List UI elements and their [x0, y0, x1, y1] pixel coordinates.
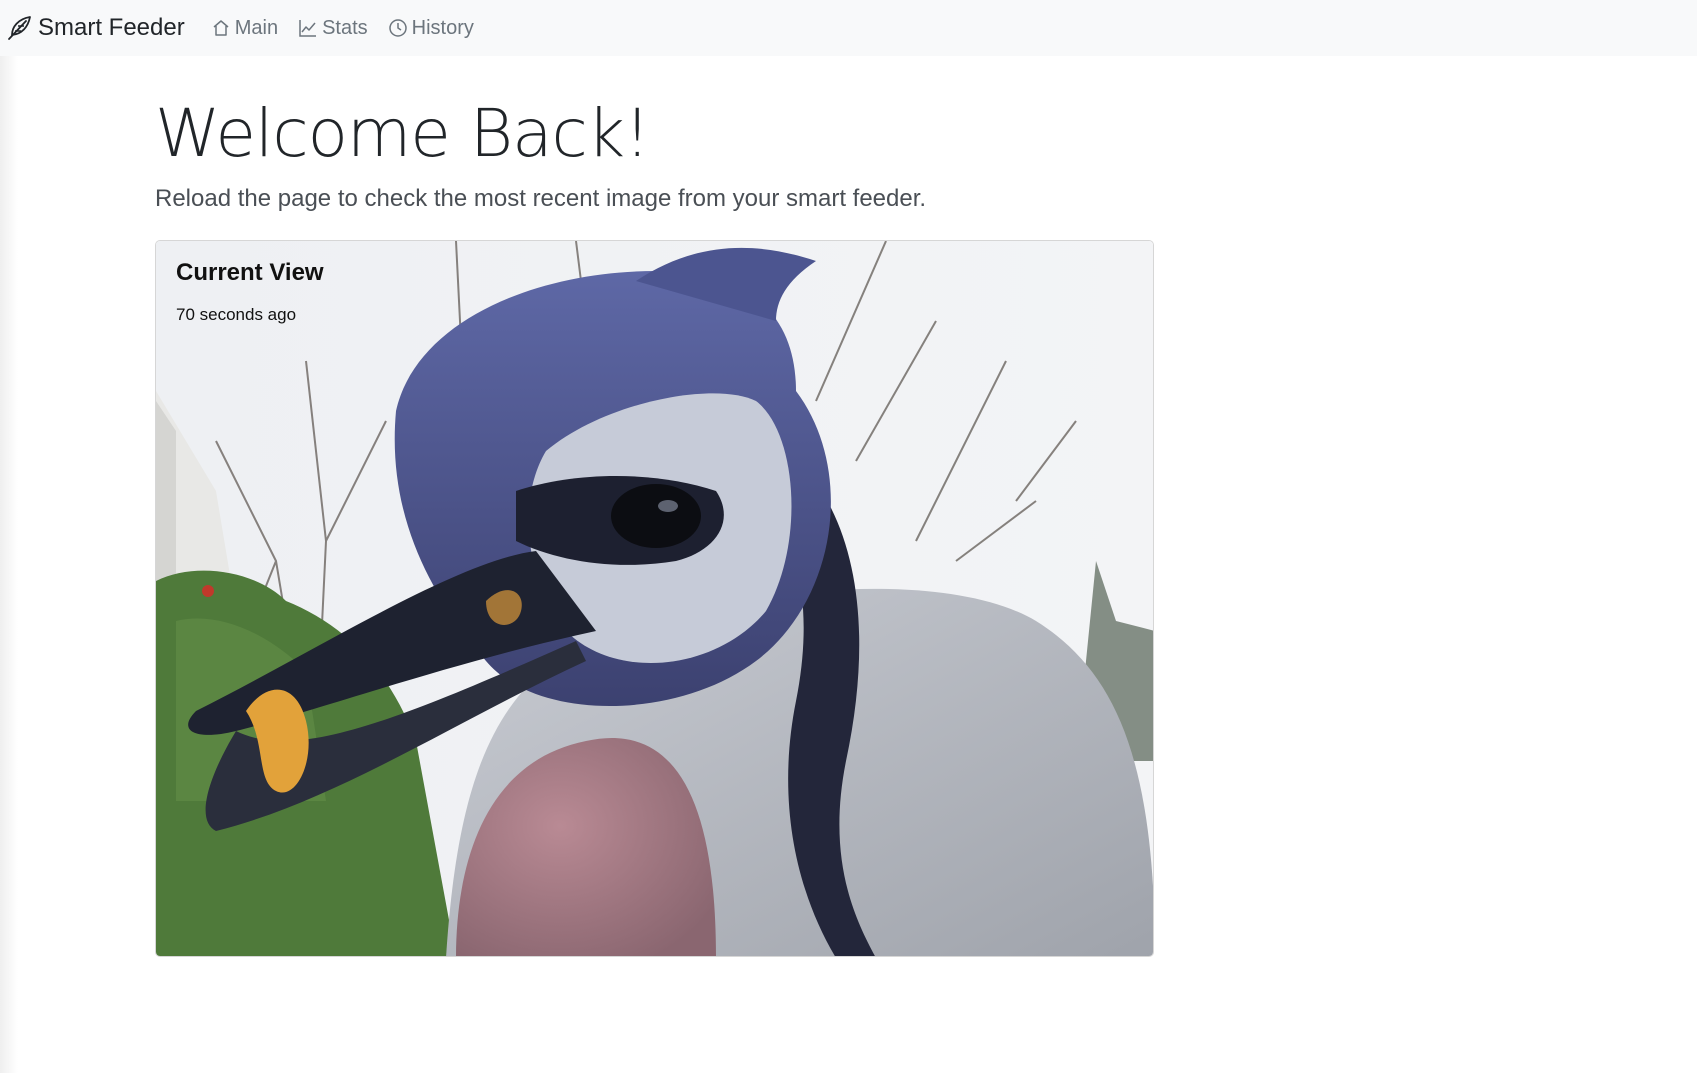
nav-link-label: History — [411, 16, 474, 39]
nav-link-history[interactable]: History — [388, 17, 474, 40]
brand-link[interactable]: Smart Feeder — [6, 14, 185, 42]
page-lead: Reload the page to check the most recent… — [155, 185, 927, 212]
feather-icon — [6, 15, 32, 41]
nav-link-label: Stats — [322, 16, 368, 39]
clock-icon — [388, 18, 408, 38]
page-edge-shadow — [0, 56, 18, 1073]
feeder-photo — [156, 241, 1153, 956]
current-view-card: Current View 70 seconds ago — [155, 240, 1154, 957]
nav-link-label: Main — [234, 16, 279, 39]
page-title: Welcome Back! — [155, 95, 651, 172]
main-content: Welcome Back! Reload the page to check t… — [155, 90, 1155, 957]
house-icon — [211, 18, 231, 38]
brand-label: Smart Feeder — [38, 14, 185, 41]
nav-link-stats[interactable]: Stats — [298, 17, 368, 40]
top-navbar: Smart Feeder Main Stats History — [0, 0, 1697, 56]
line-chart-icon — [298, 18, 318, 38]
card-title: Current View — [176, 259, 324, 286]
card-timestamp: 70 seconds ago — [176, 305, 297, 324]
nav-link-main[interactable]: Main — [211, 17, 278, 40]
